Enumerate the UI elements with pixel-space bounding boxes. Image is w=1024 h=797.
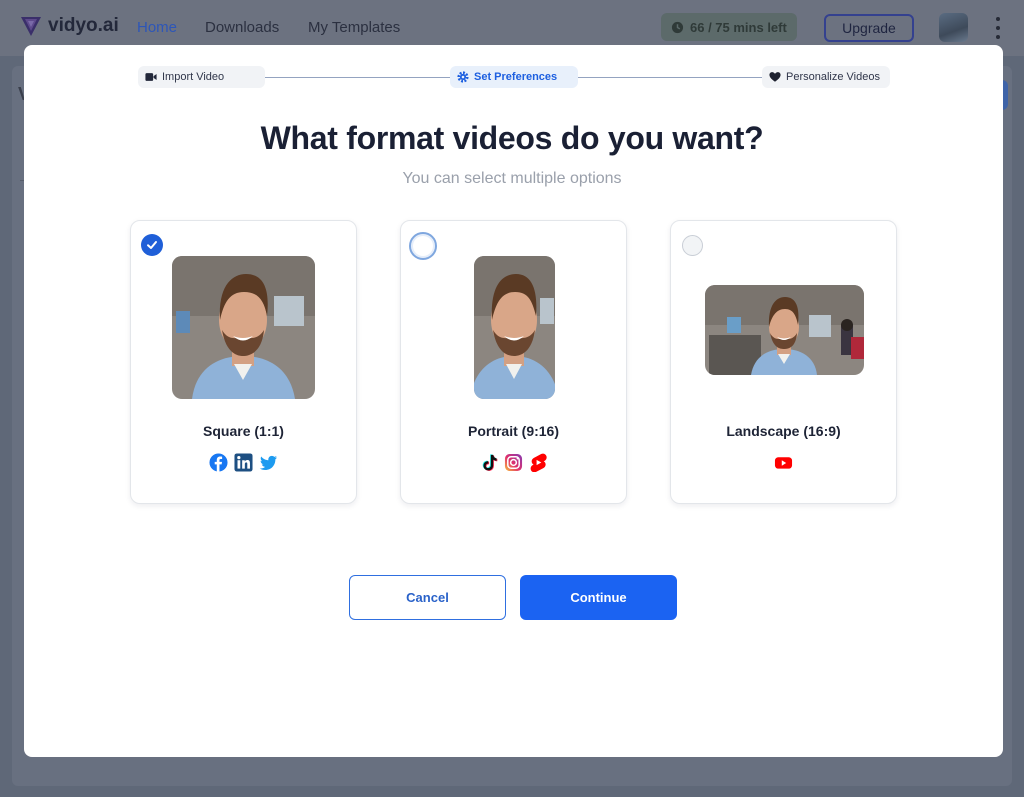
modal-subtitle: You can select multiple options [402, 170, 622, 187]
platform-icons [131, 453, 356, 472]
nav-downloads[interactable]: Downloads [205, 19, 279, 36]
minutes-left-badge: 66 / 75 mins left [661, 13, 797, 41]
tiktok-icon [479, 453, 498, 472]
logo-text: vidyo.ai [48, 15, 119, 36]
avatar[interactable] [939, 13, 968, 42]
platform-icons [671, 453, 896, 472]
format-card-square[interactable]: Square (1:1) [130, 220, 357, 504]
format-label: Landscape (16:9) [726, 423, 841, 439]
logo-icon [21, 17, 41, 36]
cancel-button[interactable]: Cancel [349, 575, 506, 620]
format-card-landscape[interactable]: Landscape (16:9) [670, 220, 897, 504]
step-label: Personalize Videos [786, 71, 880, 83]
platform-icons [401, 453, 626, 472]
youtube-icon [774, 453, 793, 472]
upgrade-button[interactable]: Upgrade [824, 14, 914, 42]
facebook-icon [209, 453, 228, 472]
nav-my-templates[interactable]: My Templates [308, 19, 400, 36]
more-options-icon[interactable] [992, 15, 1004, 41]
format-preview-image [172, 256, 315, 399]
step-set-preferences: Set Preferences [450, 66, 578, 88]
step-label: Set Preferences [474, 71, 558, 83]
checkbox-empty-icon[interactable] [682, 235, 703, 256]
step-personalize-videos: Personalize Videos [762, 66, 890, 88]
format-label: Square (1:1) [203, 423, 284, 439]
logo[interactable]: vidyo.ai [20, 15, 119, 37]
format-preview-image [705, 285, 864, 375]
step-import-video: Import Video [138, 66, 265, 88]
stepper-connector [578, 77, 762, 78]
minutes-left-text: 66 / 75 mins left [690, 19, 787, 35]
nav-home[interactable]: Home [137, 19, 177, 36]
clock-icon [671, 21, 684, 33]
youtube-shorts-icon [529, 453, 548, 472]
format-label: Portrait (9:16) [467, 423, 560, 439]
gear-icon [457, 71, 469, 83]
heart-icon [769, 72, 781, 82]
checkbox-focused-icon[interactable] [409, 232, 437, 260]
stepper-connector [265, 77, 450, 78]
format-card-portrait[interactable]: Portrait (9:16) [400, 220, 627, 504]
format-preview-image [474, 256, 555, 399]
linkedin-icon [234, 453, 253, 472]
modal-title: What format videos do you want? [260, 120, 764, 156]
step-label: Import Video [162, 71, 225, 83]
continue-button[interactable]: Continue [520, 575, 677, 620]
video-camera-icon [145, 73, 157, 81]
twitter-icon [259, 453, 278, 472]
instagram-icon [504, 453, 523, 472]
checkbox-checked-icon[interactable] [141, 234, 163, 256]
